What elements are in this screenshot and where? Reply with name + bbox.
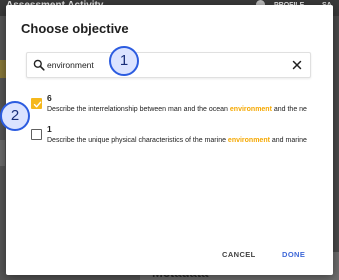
objective-text-start: Describe the unique physical characteris… xyxy=(47,137,228,144)
choose-objective-dialog: Choose objective 6 Describe the interrel… xyxy=(6,5,333,275)
background-right-edge xyxy=(333,16,339,280)
done-button[interactable]: DONE xyxy=(282,249,305,261)
search-box[interactable] xyxy=(26,52,311,78)
objective-number: 1 xyxy=(47,124,52,134)
objective-item[interactable]: 6 Describe the interrelationship between… xyxy=(28,93,328,115)
objective-description: Describe the unique physical characteris… xyxy=(47,136,317,145)
objective-text-start: Describe the interrelationship between m… xyxy=(47,106,230,113)
callout-marker-1: 1 xyxy=(109,46,139,76)
objective-checkbox[interactable] xyxy=(31,129,42,140)
search-highlight: environment xyxy=(227,137,270,144)
cancel-button[interactable]: CANCEL xyxy=(222,249,256,261)
objective-number: 6 xyxy=(47,93,52,103)
objective-text-end: and marine xyxy=(269,137,307,144)
close-icon[interactable] xyxy=(290,58,304,72)
search-highlight: environment xyxy=(229,106,272,113)
search-icon xyxy=(33,59,45,71)
objective-text-end: and the ne xyxy=(271,106,307,113)
objective-checkbox[interactable] xyxy=(31,98,42,109)
objective-description: Describe the interrelationship between m… xyxy=(47,105,317,114)
dialog-title: Choose objective xyxy=(21,21,129,36)
callout-marker-2: 2 xyxy=(0,101,30,131)
objective-item[interactable]: 1 Describe the unique physical character… xyxy=(28,124,328,146)
search-input[interactable] xyxy=(47,57,287,73)
side-marker xyxy=(0,140,5,166)
check-icon xyxy=(33,101,42,108)
